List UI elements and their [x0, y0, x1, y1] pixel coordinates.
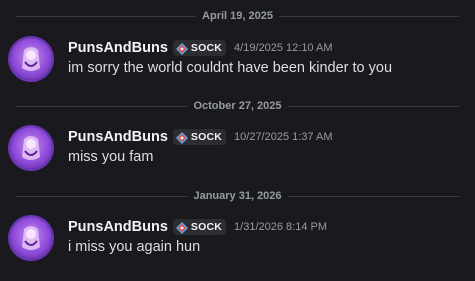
- message-content: miss you fam: [68, 149, 154, 165]
- divider-line: [16, 15, 197, 17]
- message-timestamp[interactable]: 10/27/2025 1:37 AM: [234, 131, 332, 143]
- message-content: i miss you again hun: [68, 239, 201, 255]
- message-header: PunsAndBuns SOCK 10/27/2025 1:37 AM: [68, 128, 333, 146]
- guild-tag-icon: [175, 221, 188, 234]
- guild-tag-label: SOCK: [190, 42, 223, 54]
- message[interactable]: PunsAndBuns SOCK 4/19/2025 12:10 AM im s…: [0, 36, 475, 86]
- divider-line: [287, 195, 460, 197]
- message[interactable]: PunsAndBuns SOCK 10/27/2025 1:37 AM miss…: [0, 125, 475, 175]
- user-avatar[interactable]: [10, 127, 52, 169]
- guild-tag-label: SOCK: [190, 131, 223, 143]
- message-timestamp[interactable]: 1/31/2026 8:14 PM: [234, 221, 327, 233]
- divider-line: [16, 195, 188, 197]
- message[interactable]: PunsAndBuns SOCK 1/31/2026 8:14 PM i mis…: [0, 215, 475, 265]
- divider-line: [287, 105, 459, 107]
- guild-tag[interactable]: SOCK: [172, 40, 227, 56]
- guild-tag[interactable]: SOCK: [172, 129, 227, 145]
- date-divider: October 27, 2025: [0, 98, 475, 114]
- user-avatar[interactable]: [10, 38, 52, 80]
- username[interactable]: PunsAndBuns: [68, 219, 168, 235]
- chat-log: April 19, 2025 PunsAndBuns SOCK 4/19/202…: [0, 0, 475, 281]
- date-divider-label: April 19, 2025: [202, 10, 273, 22]
- guild-tag-label: SOCK: [190, 221, 223, 233]
- date-divider-label: October 27, 2025: [193, 100, 282, 112]
- guild-tag-icon: [175, 131, 188, 144]
- date-divider-label: January 31, 2026: [193, 190, 282, 202]
- guild-tag[interactable]: SOCK: [172, 219, 227, 235]
- username[interactable]: PunsAndBuns: [68, 129, 168, 145]
- divider-line: [16, 105, 188, 107]
- message-header: PunsAndBuns SOCK 1/31/2026 8:14 PM: [68, 218, 327, 236]
- guild-tag-icon: [175, 42, 188, 55]
- message-header: PunsAndBuns SOCK 4/19/2025 12:10 AM: [68, 39, 333, 57]
- date-divider: January 31, 2026: [0, 188, 475, 204]
- date-divider: April 19, 2025: [0, 8, 475, 24]
- message-content: im sorry the world couldnt have been kin…: [68, 60, 393, 76]
- message-timestamp[interactable]: 4/19/2025 12:10 AM: [234, 42, 332, 54]
- username[interactable]: PunsAndBuns: [68, 40, 168, 56]
- divider-line: [278, 15, 459, 17]
- user-avatar[interactable]: [10, 217, 52, 259]
